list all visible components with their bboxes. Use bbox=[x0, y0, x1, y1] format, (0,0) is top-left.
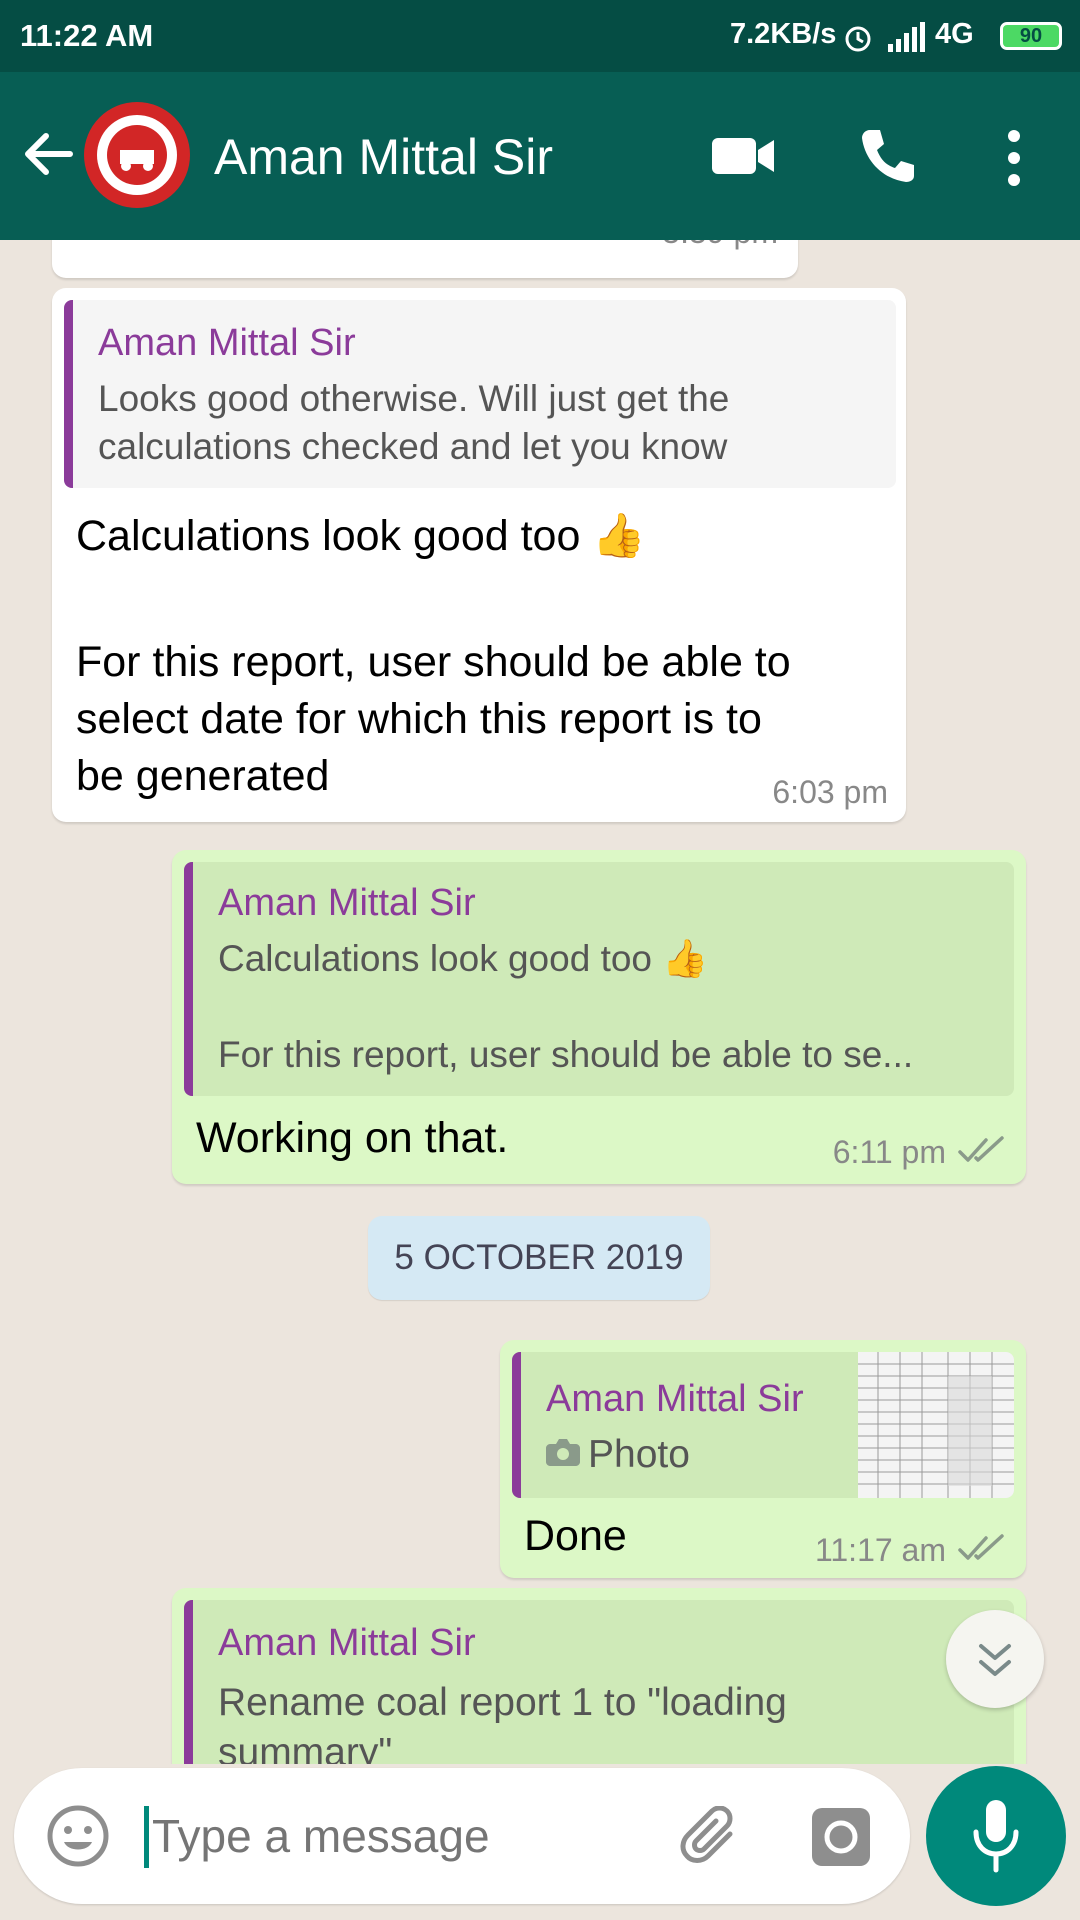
status-net-speed: 7.2KB/s bbox=[730, 18, 837, 50]
double-tick-icon bbox=[958, 1136, 1004, 1162]
quoted-message[interactable]: Aman Mittal Sir Calculations look good t… bbox=[184, 862, 1014, 1096]
alarm-icon bbox=[845, 26, 871, 52]
message-bubble-incoming[interactable]: Aman Mittal Sir Looks good otherwise. Wi… bbox=[52, 288, 906, 822]
double-tick-icon bbox=[958, 1534, 1004, 1560]
quoted-author: Aman Mittal Sir bbox=[218, 1622, 476, 1664]
message-time: 11:17 am bbox=[814, 1532, 946, 1568]
quoted-author: Aman Mittal Sir bbox=[218, 882, 476, 924]
more-vert-icon[interactable] bbox=[1000, 128, 1028, 188]
quoted-message[interactable]: Aman Mittal Sir Photo bbox=[512, 1352, 1014, 1498]
quoted-message[interactable]: Aman Mittal Sir Rename coal report 1 to … bbox=[184, 1600, 1014, 1764]
message-time: 6:11 pm bbox=[832, 1134, 946, 1170]
voice-record-button[interactable] bbox=[926, 1766, 1066, 1906]
message-text-line: be generated bbox=[76, 752, 330, 800]
chat-messages[interactable]: 5:59 pm Aman Mittal Sir Looks good other… bbox=[0, 240, 1080, 1764]
chevron-down-icon bbox=[979, 1644, 1011, 1676]
message-text-line: For this report, user should be able to bbox=[76, 638, 791, 686]
quoted-text-line: Looks good otherwise. Will just get the bbox=[98, 378, 730, 419]
quoted-message[interactable]: Aman Mittal Sir Looks good otherwise. Wi… bbox=[64, 300, 896, 488]
quote-accent-bar bbox=[64, 300, 73, 488]
contact-name[interactable]: Aman Mittal Sir bbox=[214, 128, 553, 186]
quoted-text-line: Rename coal report 1 to "loading bbox=[218, 1681, 787, 1724]
quoted-text-line: For this report, user should be able to … bbox=[218, 1034, 914, 1075]
photo-thumbnail[interactable] bbox=[858, 1352, 1014, 1498]
quoted-text-line: summary" bbox=[218, 1731, 393, 1764]
message-time: 5:59 pm bbox=[662, 240, 778, 251]
message-bubble-incoming[interactable]: 5:59 pm bbox=[52, 240, 798, 278]
quoted-text-line: calculations checked and let you know bbox=[98, 426, 728, 467]
quoted-author: Aman Mittal Sir bbox=[546, 1378, 804, 1420]
quoted-text-line: Calculations look good too 👍 bbox=[218, 938, 709, 979]
message-text-line: Calculations look good too 👍 bbox=[76, 512, 646, 560]
scroll-to-bottom-button[interactable] bbox=[946, 1610, 1044, 1708]
status-time: 11:22 AM bbox=[20, 18, 154, 53]
message-time: 6:03 pm bbox=[772, 774, 888, 810]
mic-icon bbox=[973, 1800, 1019, 1873]
quote-accent-bar bbox=[512, 1352, 521, 1498]
quote-accent-bar bbox=[184, 1600, 193, 1764]
message-composer bbox=[14, 1768, 910, 1904]
camera-icon bbox=[546, 1439, 580, 1466]
camera-icon[interactable] bbox=[810, 1806, 872, 1868]
quote-accent-bar bbox=[184, 862, 193, 1096]
status-bar: 11:22 AM 7.2KB/s 4G 90 bbox=[0, 0, 1080, 72]
signal-icon bbox=[888, 22, 925, 52]
attach-icon[interactable] bbox=[678, 1806, 740, 1868]
message-input[interactable] bbox=[150, 1792, 654, 1880]
video-call-icon[interactable] bbox=[712, 134, 776, 178]
quoted-author: Aman Mittal Sir bbox=[98, 322, 356, 364]
message-text-line: select date for which this report is to bbox=[76, 695, 762, 743]
chat-header: Aman Mittal Sir bbox=[0, 72, 1080, 240]
emoji-icon[interactable] bbox=[46, 1804, 110, 1868]
message-bubble-outgoing[interactable]: Aman Mittal Sir Rename coal report 1 to … bbox=[172, 1588, 1026, 1764]
text-cursor bbox=[144, 1806, 149, 1868]
message-bubble-outgoing[interactable]: Aman Mittal Sir Calculations look good t… bbox=[172, 850, 1026, 1184]
message-text: Done bbox=[524, 1512, 627, 1560]
contact-avatar[interactable] bbox=[84, 102, 190, 208]
date-divider: 5 OCTOBER 2019 bbox=[368, 1216, 710, 1300]
battery-indicator: 90 bbox=[1000, 22, 1062, 50]
phone-icon[interactable] bbox=[858, 126, 918, 186]
message-bubble-outgoing[interactable]: Aman Mittal Sir Photo Done 11:17 am bbox=[500, 1340, 1026, 1578]
message-text: Working on that. bbox=[196, 1114, 509, 1162]
back-arrow-icon[interactable] bbox=[20, 126, 76, 182]
quoted-media-label: Photo bbox=[588, 1433, 690, 1476]
network-type: 4G bbox=[935, 18, 974, 50]
